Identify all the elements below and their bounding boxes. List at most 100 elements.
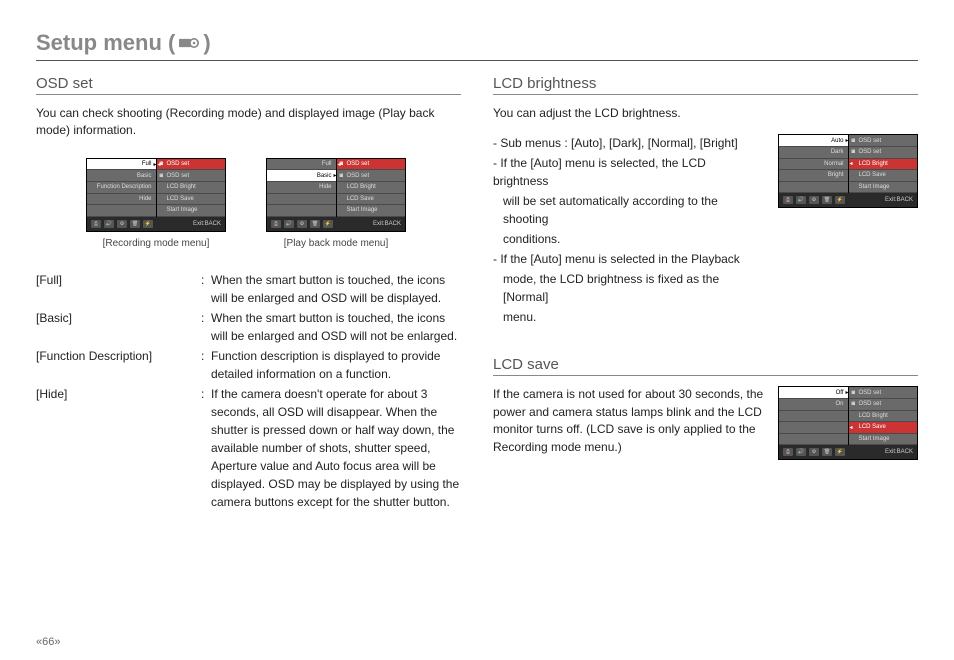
menu-right-item: ◙OSD set: [849, 135, 918, 147]
footer-icon: ⎙: [783, 196, 793, 204]
lcdsave-section-title: LCD save: [493, 356, 918, 376]
brightness-line: mode, the LCD brightness is fixed as the…: [493, 270, 764, 306]
brightness-line: - Sub menus : [Auto], [Dark], [Normal], …: [493, 134, 764, 152]
arrow-left-icon: ◂: [158, 161, 161, 168]
menu-right-item: LCD Bright: [337, 182, 406, 194]
footer-icon-group: ⎙🔊⚙🗑⚡: [91, 220, 153, 228]
brightness-text: - Sub menus : [Auto], [Dark], [Normal], …: [493, 134, 764, 328]
footer-icon: ⚙: [809, 196, 819, 204]
footer-icon: ⎙: [91, 220, 101, 228]
lcdsave-menu: Off▸On◙OSD set◙OSD setLCD Bright◂LCD Sav…: [778, 386, 918, 460]
footer-icon: 🗑: [310, 220, 320, 228]
menu-right-item: ◙OSD set: [337, 170, 406, 182]
arrow-left-icon: ◂: [850, 424, 853, 431]
definition-row: [Function Description]:Function descript…: [36, 347, 461, 383]
definition-colon: :: [201, 271, 211, 307]
menu-footer: ⎙🔊⚙🗑⚡Exit:BACK: [779, 193, 917, 207]
footer-icon: 🗑: [822, 196, 832, 204]
bullet-icon: ◙: [852, 149, 856, 155]
menu-right-item: ◂LCD Bright: [849, 159, 918, 171]
menu-left-item: Off▸: [779, 387, 848, 399]
definition-desc: When the smart button is touched, the ic…: [211, 309, 461, 345]
page-title: Setup menu ( ): [36, 30, 918, 61]
definition-row: [Hide]:If the camera doesn't operate for…: [36, 385, 461, 511]
playback-mode-menu: FullBasic▸Hide◙◂OSD set◙OSD setLCD Brigh…: [266, 158, 406, 232]
menu-right-item: ◂LCD Save: [849, 422, 918, 434]
footer-icon-group: ⎙🔊⚙🗑⚡: [783, 448, 845, 456]
footer-icon: ⎙: [271, 220, 281, 228]
definition-term: [Function Description]: [36, 347, 201, 383]
title-prefix: Setup menu (: [36, 30, 175, 56]
menu-right-item: ◙OSD set: [849, 147, 918, 159]
menu-footer: ⎙🔊⚙🗑⚡ Exit:BACK: [87, 217, 225, 231]
definition-term: [Hide]: [36, 385, 201, 511]
menu-left-item: Basic▸: [267, 170, 336, 182]
menu-left-item: [779, 182, 848, 194]
brightness-menu: Auto▸DarkNormalBright◙OSD set◙OSD set◂LC…: [778, 134, 918, 208]
recording-mode-menu: Full▸BasicFunction DescriptionHide◙◂OSD …: [86, 158, 226, 232]
menu-left-item: Hide: [267, 182, 336, 194]
menu-right-item: ◙◂OSD set: [157, 159, 226, 171]
osd-intro: You can check shooting (Recording mode) …: [36, 105, 461, 140]
lcdsave-intro: If the camera is not used for about 30 s…: [493, 386, 764, 456]
definition-colon: :: [201, 309, 211, 345]
brightness-section-title: LCD brightness: [493, 75, 918, 95]
footer-icon: ⚡: [835, 448, 845, 456]
menu-right-item: LCD Save: [849, 170, 918, 182]
recording-caption: [Recording mode menu]: [103, 238, 210, 249]
exit-label: Exit:BACK: [193, 221, 221, 227]
footer-icon: 🔊: [796, 448, 806, 456]
menu-left-item: Dark: [779, 147, 848, 159]
menu-left-item: Bright: [779, 170, 848, 182]
bullet-icon: ◙: [852, 138, 856, 144]
definition-row: [Full]:When the smart button is touched,…: [36, 271, 461, 307]
menu-right-item: Start Image: [157, 205, 226, 217]
footer-icon: ⚙: [809, 448, 819, 456]
menu-footer: ⎙🔊⚙🗑⚡ Exit:BACK: [267, 217, 405, 231]
menu-left-item: [267, 194, 336, 206]
footer-icon: ⚡: [143, 220, 153, 228]
brightness-line: - If the [Auto] menu is selected in the …: [493, 250, 764, 268]
exit-label: Exit:BACK: [373, 221, 401, 227]
bullet-icon: ◙: [160, 173, 164, 179]
menu-left-item: On: [779, 399, 848, 411]
osd-definitions: [Full]:When the smart button is touched,…: [36, 271, 461, 511]
menu-right-item: Start Image: [849, 434, 918, 446]
brightness-line: conditions.: [493, 230, 764, 248]
definition-row: [Basic]:When the smart button is touched…: [36, 309, 461, 345]
brightness-line: menu.: [493, 308, 764, 326]
footer-icon-group: ⎙🔊⚙🗑⚡: [271, 220, 333, 228]
menu-right-item: ◙OSD set: [849, 399, 918, 411]
right-column: LCD brightness You can adjust the LCD br…: [493, 75, 918, 513]
brightness-line: - If the [Auto] menu is selected, the LC…: [493, 154, 764, 190]
arrow-left-icon: ◂: [338, 161, 341, 168]
definition-colon: :: [201, 347, 211, 383]
left-column: OSD set You can check shooting (Recordin…: [36, 75, 461, 513]
brightness-line: will be set automatically according to t…: [493, 192, 764, 228]
definition-desc: Function description is displayed to pro…: [211, 347, 461, 383]
exit-label: Exit:BACK: [885, 449, 913, 455]
menu-right-item: ◙OSD set: [157, 170, 226, 182]
brightness-intro: You can adjust the LCD brightness.: [493, 105, 918, 122]
menu-right-item: Start Image: [337, 205, 406, 217]
footer-icon: 🗑: [822, 448, 832, 456]
definition-term: [Basic]: [36, 309, 201, 345]
menu-left-item: Function Description: [87, 182, 156, 194]
footer-icon-group: ⎙🔊⚙🗑⚡: [783, 196, 845, 204]
menu-right-item: LCD Bright: [157, 182, 226, 194]
footer-icon: ⎙: [783, 448, 793, 456]
menu-left-item: [87, 205, 156, 217]
menu-left-item: [267, 205, 336, 217]
playback-caption: [Play back mode menu]: [284, 238, 389, 249]
footer-icon: 🔊: [796, 196, 806, 204]
menu-left-item: Full▸: [87, 159, 156, 171]
footer-icon: 🔊: [104, 220, 114, 228]
footer-icon: ⚙: [117, 220, 127, 228]
footer-icon: 🔊: [284, 220, 294, 228]
bullet-icon: ◙: [852, 401, 856, 407]
arrow-left-icon: ◂: [850, 160, 853, 167]
menu-left-item: Hide: [87, 194, 156, 206]
menu-right-item: ◙◂OSD set: [337, 159, 406, 171]
bullet-icon: ◙: [852, 390, 856, 396]
menu-right-item: LCD Save: [337, 194, 406, 206]
